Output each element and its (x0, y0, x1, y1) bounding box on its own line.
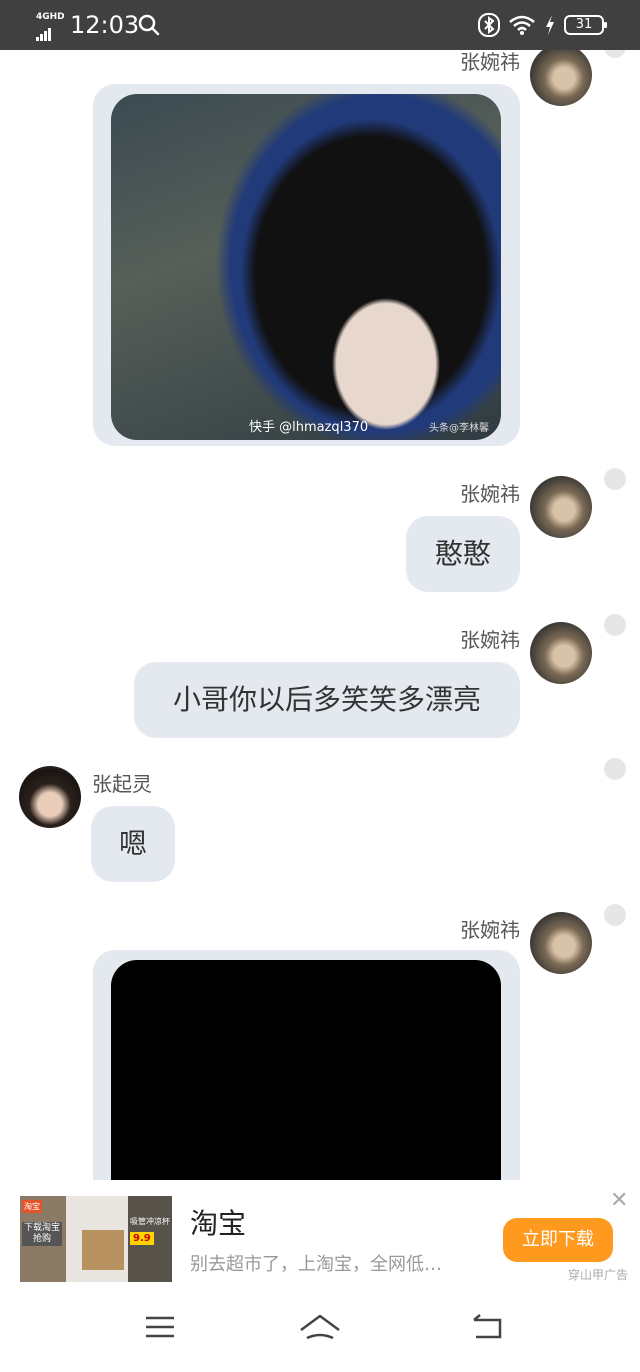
box-image (82, 1230, 124, 1270)
download-button[interactable]: 立即下载 (503, 1218, 613, 1262)
video-player[interactable] (111, 960, 501, 1180)
ad-thumb-price: 9.9 (130, 1232, 154, 1245)
read-status-icon (604, 758, 626, 780)
network-type: 4GHD (36, 12, 65, 22)
video-message[interactable] (93, 950, 520, 1180)
sender-name: 张婉祎 (460, 482, 520, 506)
avatar[interactable] (530, 622, 592, 684)
ad-banner[interactable]: 淘宝 下载淘宝抢购 吸管冲凉杯 9.9 淘宝 别去超市了，上淘宝，全网低… 立即… (0, 1180, 640, 1290)
message-photo[interactable]: 快手 @lhmazql370 头条@李林馨 (111, 94, 501, 440)
image-message[interactable]: 快手 @lhmazql370 头条@李林馨 (93, 84, 520, 446)
home-icon[interactable] (298, 1312, 342, 1342)
battery-icon: 31 (564, 15, 607, 35)
system-nav-bar (0, 1290, 640, 1372)
ad-thumb-product: 吸管冲凉杯 (130, 1217, 170, 1226)
read-status-icon (604, 904, 626, 926)
avatar[interactable] (530, 912, 592, 974)
message-bubble[interactable]: 小哥你以后多笑笑多漂亮 (134, 662, 520, 738)
search-icon (138, 14, 160, 36)
bluetooth-icon (478, 13, 500, 37)
message-bubble[interactable]: 嗯 (91, 806, 175, 882)
read-status-icon (604, 468, 626, 490)
status-bar: 4GHD 12:03 31 (0, 0, 640, 50)
read-status-icon (604, 50, 626, 58)
sender-name: 张起灵 (92, 772, 152, 796)
sender-name: 张婉祎 (460, 918, 520, 942)
sender-name: 张婉祎 (460, 50, 520, 74)
clock: 12:03 (70, 11, 140, 39)
ad-thumb-text: 下载淘宝抢购 (22, 1222, 62, 1246)
close-icon[interactable]: ✕ (610, 1188, 628, 1213)
back-icon[interactable] (470, 1312, 504, 1342)
charging-icon (546, 15, 554, 35)
signal-icon (36, 22, 52, 41)
ad-description[interactable]: 别去超市了，上淘宝，全网低… (190, 1250, 480, 1276)
photo-watermark: 快手 @lhmazql370 (249, 420, 369, 435)
sender-name: 张婉祎 (460, 628, 520, 652)
chat-list[interactable]: 张婉祎 快手 @lhmazql370 头条@李林馨 张婉祎 憨憨 张婉祎 小哥你… (0, 50, 640, 1180)
wifi-icon (509, 15, 535, 35)
read-status-icon (604, 614, 626, 636)
avatar[interactable] (530, 476, 592, 538)
ad-source-label: 穿山甲广告 (568, 1268, 629, 1282)
ad-thumb-tag: 淘宝 (22, 1200, 42, 1213)
avatar[interactable] (530, 50, 592, 106)
photo-watermark-source: 头条@李林馨 (429, 423, 489, 434)
avatar[interactable] (19, 766, 81, 828)
menu-icon[interactable] (144, 1312, 176, 1342)
message-bubble[interactable]: 憨憨 (406, 516, 520, 592)
ad-title[interactable]: 淘宝 (190, 1202, 246, 1242)
ad-thumbnail[interactable]: 淘宝 下载淘宝抢购 吸管冲凉杯 9.9 (20, 1196, 172, 1282)
